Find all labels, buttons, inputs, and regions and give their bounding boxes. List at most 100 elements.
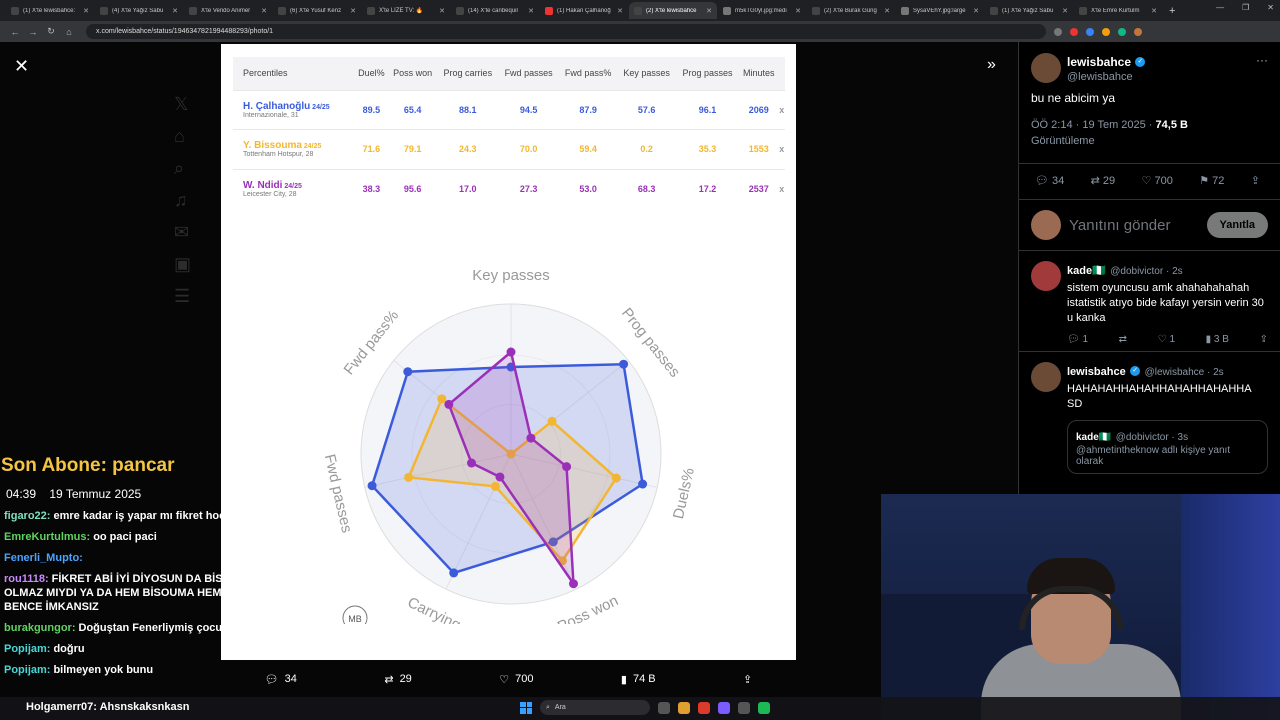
browser-tab[interactable]: (2) X'te lewisbahce ✕ [629, 2, 717, 19]
reload-icon[interactable]: ↻ [42, 26, 60, 37]
browser-tab[interactable]: X'te Vendo Animer ✕ [184, 2, 272, 19]
tab-favicon-icon [367, 6, 375, 15]
extension-icon[interactable] [1054, 27, 1062, 36]
avatar[interactable] [1031, 261, 1061, 291]
browser-tab[interactable]: SysaVEhY.jpg:large ✕ [896, 2, 984, 19]
tweet-stats: 💬︎ 34 ⇄ 29 ♡ 700 ⚑ 72 ⇪ [1019, 163, 1280, 200]
like-stat[interactable]: ♡ 700 [1142, 174, 1173, 187]
reply-display-name[interactable]: lewisbahce [1067, 366, 1126, 378]
tab-close-icon[interactable]: ✕ [528, 7, 534, 15]
close-media-icon[interactable]: ✕ [14, 56, 29, 77]
profile-avatar[interactable] [1134, 27, 1142, 36]
restore-icon[interactable]: ❐ [1242, 3, 1249, 12]
discord-icon[interactable] [718, 701, 730, 714]
tab-close-icon[interactable]: ✕ [617, 7, 623, 15]
browser-tab[interactable]: (2) X'te Burak Güng ✕ [807, 2, 895, 19]
tab-close-icon[interactable]: ✕ [1151, 7, 1157, 15]
chat-message: Fenerli_Mupto: [0, 551, 340, 565]
author-display-name[interactable]: lewisbahce [1067, 55, 1131, 69]
table-cell: 0.2 [617, 129, 676, 169]
share-action[interactable]: ⇪ [743, 673, 752, 686]
windows-start-icon[interactable] [520, 701, 532, 714]
extension-icon[interactable] [1102, 27, 1110, 36]
table-header-label: Percentiles [233, 57, 355, 90]
tab-close-icon[interactable]: ✕ [350, 7, 356, 15]
tab-close-icon[interactable]: ✕ [172, 7, 178, 15]
home-icon[interactable]: ⌂ [60, 27, 78, 37]
forward-icon[interactable]: → [24, 27, 42, 37]
verified-icon: ✓ [1135, 56, 1146, 67]
radar-point [547, 416, 557, 426]
tweet-time[interactable]: ÖÖ 2:14 · 19 Tem 2025 · [1031, 119, 1156, 131]
avatar[interactable] [1031, 362, 1061, 392]
browser-tab[interactable]: (1) X'te lewisbahce: ✕ [6, 2, 94, 19]
tab-close-icon[interactable]: ✕ [795, 7, 801, 15]
repost-action[interactable]: ⇄ [1119, 334, 1127, 345]
tweet-view-label: Görüntüleme [1031, 135, 1095, 147]
tab-close-icon[interactable]: ✕ [439, 7, 445, 15]
address-bar[interactable]: x.com/lewisbahce/status/1946347821994488… [86, 24, 1046, 39]
tab-close-icon[interactable]: ✕ [973, 7, 979, 15]
remove-player-icon[interactable]: x [778, 129, 785, 169]
more-options-icon[interactable]: ··· [1256, 53, 1268, 83]
browser-tab[interactable]: X'te LİZE TV: 🔥 ✕ [362, 2, 450, 19]
task-view-icon[interactable] [658, 701, 670, 714]
reply-handle[interactable]: @dobivictor · 2s [1110, 266, 1182, 277]
quoted-tweet[interactable]: kade🇳🇬 @dobivictor · 3s @ahmetintheknow … [1067, 420, 1268, 474]
views-action[interactable]: ▮ 74 B [621, 673, 656, 686]
reply-stat[interactable]: 💬︎ 34 [1035, 174, 1064, 187]
reply-input[interactable]: Yanıtını gönder [1069, 217, 1207, 234]
share-icon[interactable]: ⇪ [1260, 334, 1268, 345]
repost-action[interactable]: ⇄ 29 [384, 673, 411, 686]
like-action[interactable]: ♡ 1 [1158, 334, 1175, 345]
repost-stat[interactable]: ⇄ 29 [1091, 174, 1116, 187]
reply-submit-button[interactable]: Yanıtla [1206, 212, 1268, 238]
player-name-text: Y. Bissouma [243, 140, 302, 152]
browser-tab[interactable]: (14) X'te canbequil ✕ [451, 2, 539, 19]
browser-tab[interactable]: m5kTG0yl.jpg:medi ✕ [718, 2, 806, 19]
radar-point [526, 433, 536, 443]
tab-favicon-icon [189, 6, 197, 15]
taskbar-search[interactable]: ⌕ Ara [540, 700, 650, 715]
extension-icon[interactable] [1070, 27, 1078, 36]
remove-player-icon[interactable]: x [778, 89, 785, 130]
tab-close-icon[interactable]: ✕ [884, 7, 890, 15]
reply-action[interactable]: 💬︎ 1 [1067, 334, 1088, 345]
browser-tab[interactable]: (1) Hakan Çalhanoğ ✕ [540, 2, 628, 19]
tab-close-icon[interactable]: ✕ [261, 7, 267, 15]
reply-tweet[interactable]: kade🇳🇬 @dobivictor · 2s sistem oyuncusu … [1019, 251, 1280, 352]
obs-icon[interactable] [738, 701, 750, 714]
extension-icon[interactable] [1086, 27, 1094, 36]
extension-icon[interactable] [1118, 27, 1126, 36]
tab-close-icon[interactable]: ✕ [706, 7, 712, 15]
collapse-panel-icon[interactable]: » [987, 56, 996, 74]
browser-tab[interactable]: (1) X'te Yağız Sabu ✕ [985, 2, 1073, 19]
player-cell: W. Ndidi 24/25 Leicester City, 28 [233, 168, 355, 209]
tab-close-icon[interactable]: ✕ [83, 7, 89, 15]
new-tab-icon[interactable]: + [1169, 5, 1175, 17]
bookmark-stat[interactable]: ⚑ 72 [1199, 174, 1224, 187]
browser-tab[interactable]: (4) X'te Yağız Sabu ✕ [95, 2, 183, 19]
browser-tab[interactable]: X'te Emre Kurtulm ✕ [1074, 2, 1162, 19]
tab-close-icon[interactable]: ✕ [1062, 7, 1068, 15]
reply-display-name[interactable]: kade🇳🇬 [1067, 265, 1106, 277]
reply-tweet[interactable]: lewisbahce ✓ @lewisbahce · 2s HAHAHAHHAH… [1019, 352, 1280, 480]
like-action[interactable]: ♡ 700 [499, 673, 533, 686]
share-icon[interactable]: ⇪ [1251, 174, 1260, 187]
remove-player-icon[interactable]: x [778, 168, 785, 209]
views-action[interactable]: ▮ 3 B [1206, 334, 1229, 345]
close-window-icon[interactable]: ✕ [1267, 3, 1274, 12]
back-icon[interactable]: ← [6, 27, 24, 37]
minimize-icon[interactable]: — [1216, 3, 1224, 12]
table-column-header: Prog passes [675, 57, 739, 90]
author-handle[interactable]: @lewisbahce [1067, 71, 1256, 83]
avatar[interactable] [1031, 53, 1061, 83]
search-nav-icon: ⌕ [174, 158, 185, 178]
chrome-icon[interactable] [698, 701, 710, 714]
webcam-feed [881, 494, 1280, 720]
reply-handle[interactable]: @lewisbahce · 2s [1145, 367, 1224, 378]
spotify-icon[interactable] [758, 701, 770, 714]
table-cell: 70.0 [498, 129, 559, 169]
browser-tab[interactable]: (6) X'te Yusuf Kenz ✕ [273, 2, 361, 19]
file-explorer-icon[interactable] [678, 701, 690, 714]
